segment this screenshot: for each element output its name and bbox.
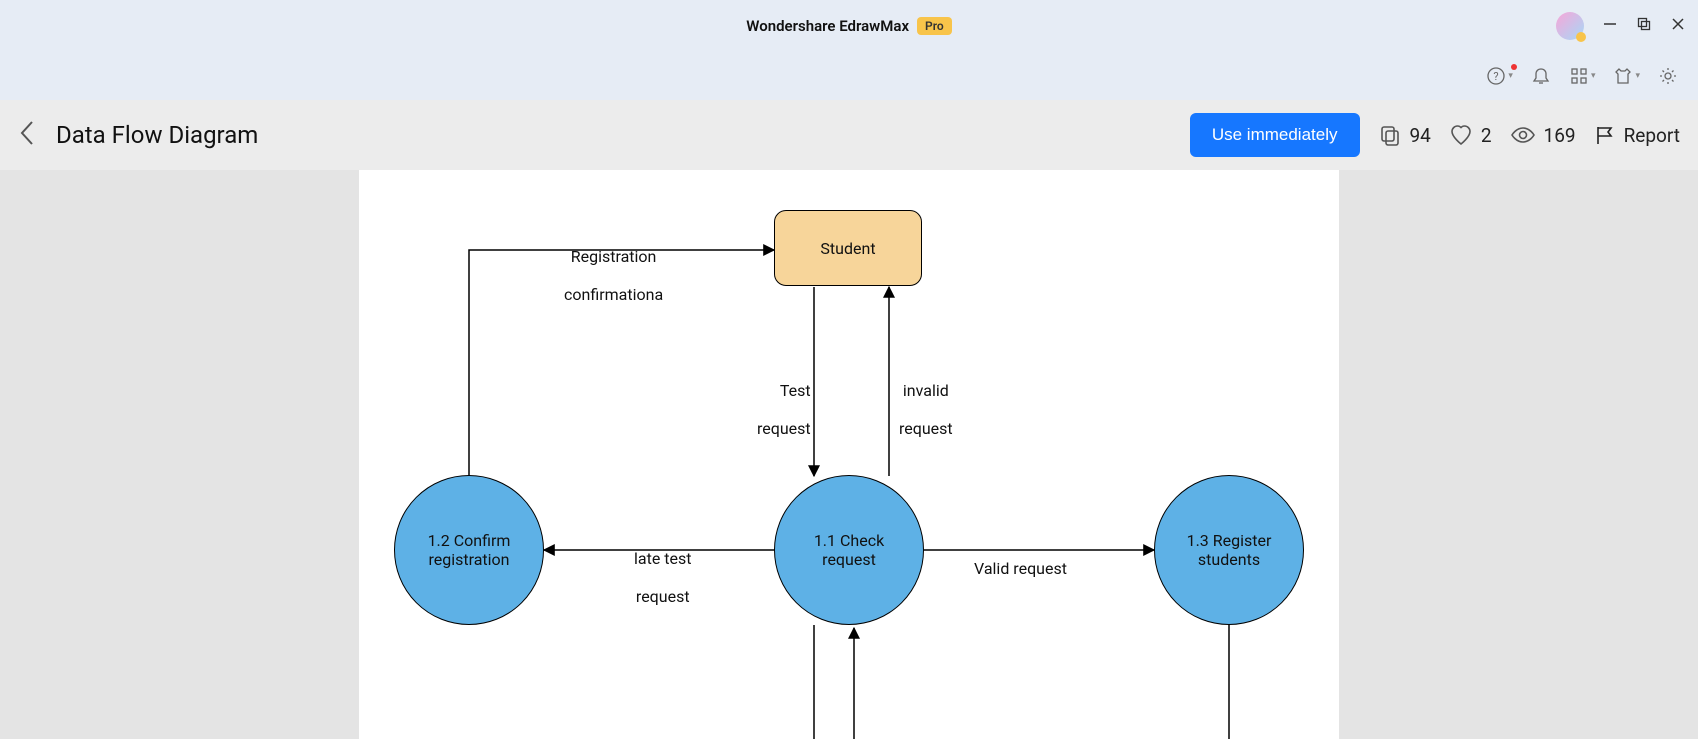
- back-button[interactable]: [18, 118, 38, 152]
- likes-stat[interactable]: 2: [1449, 123, 1492, 147]
- pro-badge: Pro: [917, 17, 952, 35]
- report-button[interactable]: Report: [1594, 124, 1680, 147]
- copies-stat[interactable]: 94: [1378, 123, 1431, 147]
- process-label: 1.1 Check: [814, 531, 884, 550]
- titlebar: Wondershare EdrawMax Pro: [0, 0, 1698, 52]
- entity-label: Student: [820, 239, 875, 258]
- toolbar-icons: ? ▾ ▾ ▾: [0, 52, 1698, 100]
- heart-icon: [1449, 123, 1473, 147]
- process-confirm-registration[interactable]: 1.2 Confirm registration: [394, 475, 544, 625]
- avatar[interactable]: [1556, 12, 1584, 40]
- edge-label-test-request: Test request: [757, 362, 811, 438]
- maximize-button[interactable]: [1636, 16, 1652, 36]
- process-register-students[interactable]: 1.3 Register students: [1154, 475, 1304, 625]
- flag-icon: [1594, 124, 1616, 146]
- grid-icon[interactable]: ▾: [1563, 62, 1602, 90]
- use-immediately-button[interactable]: Use immediately: [1190, 113, 1360, 157]
- page-title: Data Flow Diagram: [56, 121, 258, 149]
- gear-icon[interactable]: [1652, 62, 1684, 90]
- edge-label-late-test-request: late test request: [634, 530, 692, 606]
- minimize-button[interactable]: [1602, 16, 1618, 36]
- edge-label-registration-confirmation: Registration confirmationa: [564, 228, 663, 304]
- views-count: 169: [1544, 124, 1576, 147]
- copy-icon: [1378, 123, 1402, 147]
- process-label: registration: [428, 550, 509, 569]
- edge-label-valid-request: Valid request: [974, 540, 1067, 578]
- process-check-request[interactable]: 1.1 Check request: [774, 475, 924, 625]
- eye-icon: [1510, 123, 1536, 147]
- diagram-canvas[interactable]: Student 1.2 Confirm registration 1.1 Che…: [359, 170, 1339, 739]
- app-name: Wondershare EdrawMax: [746, 17, 909, 35]
- subheader: Data Flow Diagram Use immediately 94 2 1…: [0, 100, 1698, 170]
- bell-icon[interactable]: [1525, 62, 1557, 90]
- edge-label-invalid-request: invalid request: [899, 362, 953, 438]
- entity-student[interactable]: Student: [774, 210, 922, 286]
- process-label: students: [1198, 550, 1260, 569]
- shirt-icon[interactable]: ▾: [1607, 62, 1646, 90]
- help-icon[interactable]: ? ▾: [1480, 62, 1519, 90]
- views-stat[interactable]: 169: [1510, 123, 1576, 147]
- canvas-area: Student 1.2 Confirm registration 1.1 Che…: [0, 170, 1698, 739]
- process-label: 1.2 Confirm: [428, 531, 511, 550]
- close-button[interactable]: [1670, 16, 1686, 36]
- svg-text:?: ?: [1494, 70, 1499, 83]
- likes-count: 2: [1481, 124, 1492, 147]
- process-label: 1.3 Register: [1187, 531, 1272, 550]
- window-controls: [1556, 12, 1686, 40]
- report-label: Report: [1624, 124, 1680, 147]
- copies-count: 94: [1410, 124, 1431, 147]
- process-label: request: [822, 550, 876, 569]
